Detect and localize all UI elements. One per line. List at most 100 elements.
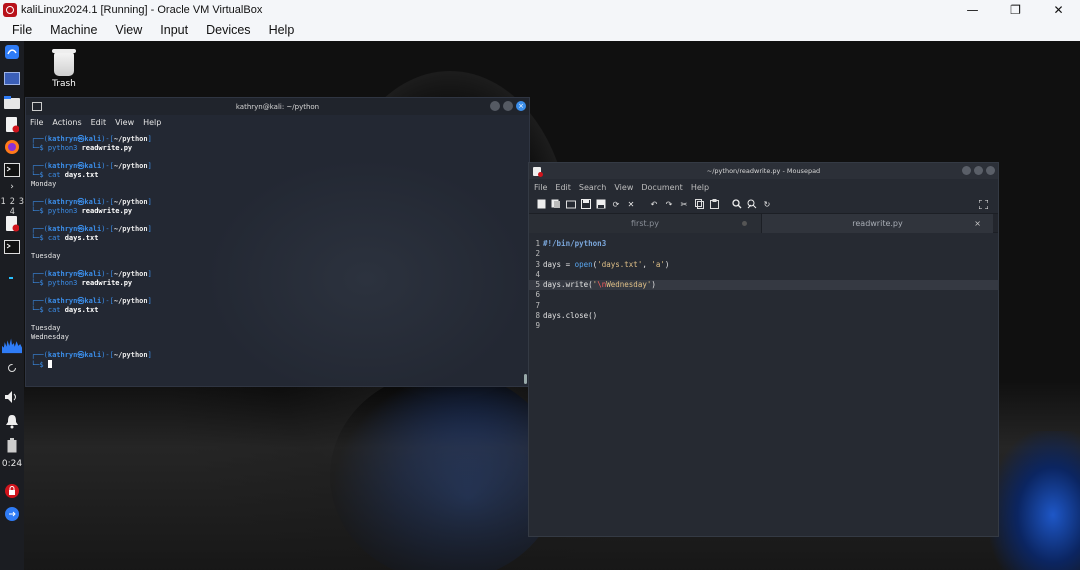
minimize-button[interactable]: —	[951, 0, 994, 19]
terminal-window[interactable]: kathryn@kali: ~/python × File Actions Ed…	[25, 97, 530, 387]
terminal-minimize-button[interactable]	[490, 101, 500, 111]
vbox-window-title: kaliLinux2024.1 [Running] - Oracle VM Vi…	[21, 3, 263, 16]
output-line: Monday	[31, 180, 57, 188]
reload-icon[interactable]: ⟳	[610, 198, 622, 210]
terminal-menu-actions[interactable]: Actions	[52, 118, 81, 127]
mousepad-minimize-button[interactable]	[962, 166, 971, 175]
restore-button[interactable]: ❐	[994, 0, 1037, 19]
terminal-maximize-button[interactable]	[503, 101, 513, 111]
mousepad-menu-search[interactable]: Search	[579, 183, 606, 192]
code-editor[interactable]: 1 #!/bin/python3 2 3 days = open('days.t…	[529, 233, 998, 332]
line-number: 8	[535, 311, 540, 321]
mousepad-menu-view[interactable]: View	[614, 183, 633, 192]
cut-icon[interactable]: ✂	[678, 198, 690, 210]
terminal-output[interactable]: ┌──(kathryn㉿kali)-[~/python] └─$ python3 …	[26, 129, 529, 387]
terminal-menu-view[interactable]: View	[115, 118, 134, 127]
text-editor-icon[interactable]	[2, 116, 22, 134]
wallpaper-shape	[990, 431, 1080, 570]
code-text: days = open('days.txt', 'a')	[543, 259, 670, 269]
tab-first-py[interactable]: first.py	[529, 214, 761, 233]
undo-icon[interactable]: ↶	[648, 198, 660, 210]
tab-label: readwrite.py	[852, 219, 903, 228]
mousepad-menu-edit[interactable]: Edit	[555, 183, 571, 192]
vbox-menu-machine[interactable]: Machine	[41, 23, 106, 37]
prompt-header: ┌──(kathryn㉿kali)-[~/python]	[31, 297, 152, 305]
mousepad-close-button[interactable]	[986, 166, 995, 175]
mousepad-tabbar: first.py readwrite.py ×	[529, 213, 998, 233]
chevron-right-icon[interactable]: ›	[2, 178, 22, 196]
go-to-line-icon[interactable]: ↻	[761, 198, 773, 210]
line-number: 3	[535, 259, 540, 269]
vbox-menu-file[interactable]: File	[3, 23, 41, 37]
save-icon[interactable]	[580, 198, 592, 210]
prompt-header: ┌──(kathryn㉿kali)-[~/python]	[31, 351, 152, 359]
new-window-icon[interactable]	[550, 198, 562, 210]
mousepad-menu-help[interactable]: Help	[691, 183, 709, 192]
mousepad-toolbar: ⟳ ✕ ↶ ↷ ✂ ↻	[529, 195, 998, 213]
mousepad-maximize-button[interactable]	[974, 166, 983, 175]
file-manager-icon[interactable]	[2, 93, 22, 111]
terminal-menu-file[interactable]: File	[30, 118, 43, 127]
workspace-switcher[interactable]: 1 2 3 4	[0, 197, 24, 217]
mousepad-menu-file[interactable]: File	[534, 183, 547, 192]
show-desktop-icon[interactable]	[2, 69, 22, 87]
code-line: 9	[529, 321, 998, 331]
prompt-header: ┌──(kathryn㉿kali)-[~/python]	[31, 162, 152, 170]
terminal-title: kathryn@kali: ~/python	[235, 102, 320, 111]
command-line: └─$ cat days.txt	[31, 171, 99, 179]
clock[interactable]: 0:24	[0, 459, 24, 469]
tab-close-button[interactable]	[742, 221, 747, 226]
refresh-icon[interactable]	[2, 359, 22, 377]
notification-bell-icon[interactable]	[2, 412, 22, 430]
vbox-menu-help[interactable]: Help	[260, 23, 304, 37]
fullscreen-icon[interactable]	[977, 198, 989, 210]
command-line: └─$ python3 readwrite.py	[31, 207, 133, 215]
line-number: 5	[535, 280, 540, 290]
volume-icon[interactable]	[2, 388, 22, 406]
code-line: 6	[529, 290, 998, 300]
search-icon[interactable]	[731, 198, 743, 210]
lock-screen-icon[interactable]	[2, 482, 22, 500]
code-text: days.write('\nWednesday')	[543, 280, 656, 290]
separator-icon	[2, 269, 22, 287]
vbox-menu-input[interactable]: Input	[151, 23, 197, 37]
paste-icon[interactable]	[708, 198, 720, 210]
vbox-menu-view[interactable]: View	[106, 23, 151, 37]
line-number: 2	[535, 249, 540, 259]
copy-icon[interactable]	[693, 198, 705, 210]
mousepad-title: ~/python/readwrite.py - Mousepad	[706, 167, 821, 175]
search-replace-icon[interactable]	[746, 198, 758, 210]
terminal-close-button[interactable]: ×	[516, 101, 526, 111]
save-as-icon[interactable]	[595, 198, 607, 210]
open-file-icon[interactable]	[565, 198, 577, 210]
redo-icon[interactable]: ↷	[663, 198, 675, 210]
close-document-icon[interactable]: ✕	[625, 198, 637, 210]
terminal-icon[interactable]	[2, 161, 22, 179]
mousepad-window[interactable]: ~/python/readwrite.py - Mousepad File Ed…	[528, 162, 999, 537]
close-button[interactable]: ✕	[1037, 0, 1080, 19]
vbox-titlebar: kaliLinux2024.1 [Running] - Oracle VM Vi…	[0, 0, 1080, 19]
kali-menu-icon[interactable]	[2, 43, 22, 61]
cpu-graph-icon	[2, 333, 22, 355]
firefox-icon[interactable]	[2, 138, 22, 156]
terminal-task-icon[interactable]	[2, 238, 22, 256]
trash-desktop-item[interactable]: Trash	[46, 49, 82, 89]
vbox-window-controls: — ❐ ✕	[951, 0, 1080, 19]
mousepad-titlebar[interactable]: ~/python/readwrite.py - Mousepad	[529, 163, 998, 179]
line-number: 9	[535, 321, 540, 331]
terminal-titlebar[interactable]: kathryn@kali: ~/python ×	[26, 98, 529, 115]
terminal-menu-help[interactable]: Help	[143, 118, 161, 127]
terminal-menu-edit[interactable]: Edit	[91, 118, 107, 127]
tab-readwrite-py[interactable]: readwrite.py ×	[761, 214, 993, 233]
trash-icon	[52, 49, 76, 76]
prompt-header: ┌──(kathryn㉿kali)-[~/python]	[31, 270, 152, 278]
vbox-menu-devices[interactable]: Devices	[197, 23, 259, 37]
mousepad-menu-document[interactable]: Document	[641, 183, 682, 192]
terminal-scrollbar[interactable]	[524, 374, 527, 384]
logout-icon[interactable]	[2, 505, 22, 523]
new-document-icon[interactable]	[535, 198, 547, 210]
mousepad-task-icon[interactable]	[2, 215, 22, 233]
tab-close-button[interactable]: ×	[974, 219, 981, 228]
